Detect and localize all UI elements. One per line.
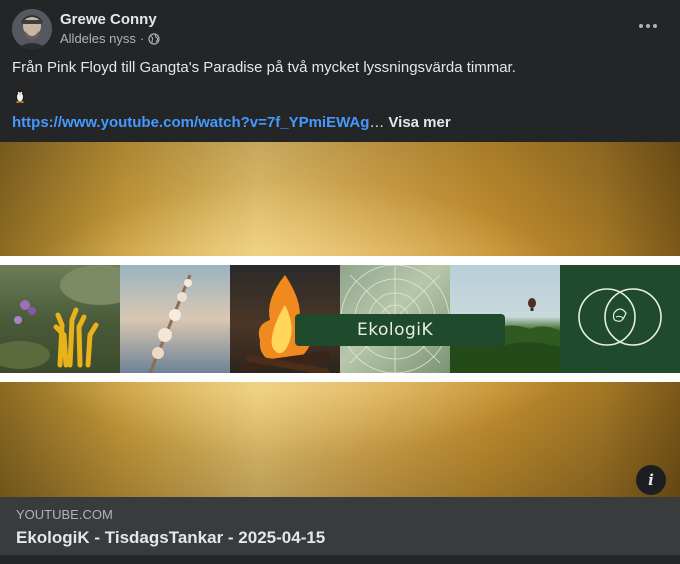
post-text: Från Pink Floyd till Gangta's Paradise p… (12, 59, 516, 76)
link-preview-footer[interactable]: YOUTUBE.COM EkologiK - TisdagsTankar - 2… (0, 497, 680, 555)
link-preview-image[interactable]: EkologiK i (0, 142, 680, 497)
info-icon[interactable]: i (636, 465, 666, 495)
banner-panel-fungus (0, 265, 120, 373)
avatar-icon (12, 9, 52, 49)
link-line: https://www.youtube.com/watch?v=7f_YPmiE… (12, 114, 451, 131)
more-horizontal-icon[interactable] (634, 14, 662, 38)
post-timestamp[interactable]: Alldeles nyss (60, 31, 136, 46)
see-more-button[interactable]: Visa mer (388, 114, 450, 131)
author-name[interactable]: Grewe Conny (60, 11, 157, 28)
post-meta: Alldeles nyss · (60, 31, 160, 46)
info-icon-glyph: i (648, 471, 654, 489)
preview-title: EkologiK - TisdagsTankar - 2025-04-15 (16, 528, 326, 547)
penguin-icon (12, 87, 28, 103)
post-link[interactable]: https://www.youtube.com/watch?v=7f_YPmiE… (12, 114, 369, 131)
banner-title: EkologiK (295, 314, 505, 346)
banner-panel-logo (560, 265, 680, 373)
post-card: Grewe Conny Alldeles nyss · Från Pink Fl… (0, 0, 680, 564)
preview-domain: YOUTUBE.COM (16, 507, 113, 522)
link-ellipsis: … (369, 114, 385, 131)
meta-separator: · (139, 31, 145, 46)
banner-panels: EkologiK (0, 265, 680, 373)
banner-strip: EkologiK (0, 256, 680, 382)
post-header: Grewe Conny Alldeles nyss · (12, 8, 668, 49)
banner-panel-blossom (120, 265, 230, 373)
globe-icon[interactable] (148, 32, 160, 45)
avatar[interactable] (12, 9, 52, 49)
